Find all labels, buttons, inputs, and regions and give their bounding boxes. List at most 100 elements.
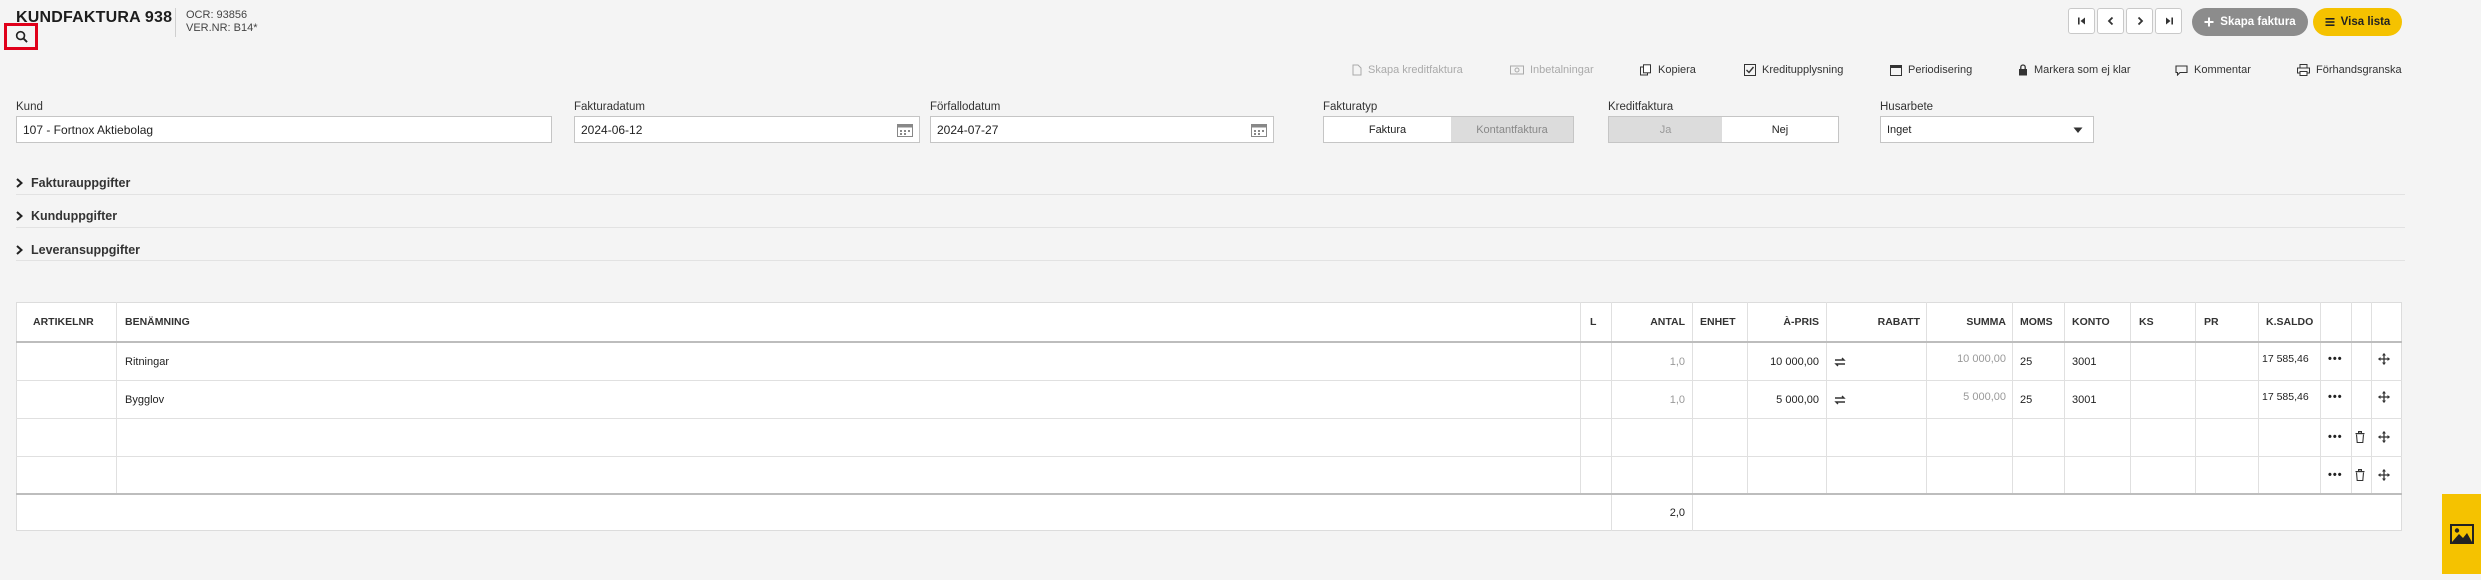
row1-vat[interactable]: 25 xyxy=(2020,343,2032,381)
credit-info-action[interactable]: Kreditupplysning xyxy=(1744,62,1843,78)
previous-record-button[interactable] xyxy=(2097,8,2124,34)
create-invoice-button[interactable]: Skapa faktura xyxy=(2192,8,2308,36)
row2-discount-toggle[interactable] xyxy=(1834,381,1846,419)
row1-more-icon[interactable]: ••• xyxy=(2328,340,2343,378)
mark-unready-label: Markera som ej klar xyxy=(2034,64,2131,76)
image-icon xyxy=(2449,524,2474,544)
section-invoice-details[interactable]: Fakturauppgifter xyxy=(16,176,130,190)
calendar-icon[interactable] xyxy=(897,123,913,137)
col-unit[interactable]: ENHET xyxy=(1700,302,1736,342)
row3-more-icon[interactable]: ••• xyxy=(2328,418,2343,456)
col-ksaldo[interactable]: K.SALDO xyxy=(2266,302,2313,342)
col-discount[interactable]: RABATT xyxy=(1826,302,1920,342)
show-list-button[interactable]: Visa lista xyxy=(2313,8,2402,36)
row2-price[interactable]: 5 000,00 xyxy=(1747,381,1819,419)
due-date-label: Förfallodatum xyxy=(930,101,1001,113)
preview-action[interactable]: Förhandsgranska xyxy=(2297,62,2402,78)
invoice-type-cash[interactable]: Kontantfaktura xyxy=(1451,117,1573,142)
printer-icon xyxy=(2297,64,2310,76)
divider xyxy=(16,194,2405,195)
last-record-button[interactable] xyxy=(2155,8,2182,34)
calendar-icon[interactable] xyxy=(1251,123,1267,137)
copy-action[interactable]: Kopiera xyxy=(1640,62,1696,78)
copy-label: Kopiera xyxy=(1658,64,1696,76)
invoice-date-label: Fakturadatum xyxy=(574,101,645,113)
house-work-label: Husarbete xyxy=(1880,101,1934,113)
col-l[interactable]: L xyxy=(1590,302,1596,342)
row1-name[interactable]: Ritningar xyxy=(125,343,169,381)
move-icon xyxy=(2378,391,2390,403)
row4-move-icon[interactable] xyxy=(2378,456,2390,494)
row3-move-icon[interactable] xyxy=(2378,418,2390,456)
customer-input[interactable]: 107 - Fortnox Aktiebolag xyxy=(16,116,552,143)
row1-discount-toggle[interactable] xyxy=(1834,343,1846,381)
comment-action[interactable]: Kommentar xyxy=(2175,62,2251,78)
credit-no[interactable]: Nej xyxy=(1722,117,1838,142)
row1-qty[interactable]: 1,0 xyxy=(1611,343,1685,381)
row4-delete-button[interactable] xyxy=(2355,456,2365,494)
invoice-date-value: 2024-06-12 xyxy=(581,122,643,137)
row2-more-icon[interactable]: ••• xyxy=(2328,378,2343,416)
row2-move-icon[interactable] xyxy=(2378,378,2390,416)
col-name[interactable]: BENÄMNING xyxy=(125,302,190,342)
payments-action[interactable]: Inbetalningar xyxy=(1510,62,1594,78)
checkbox-icon xyxy=(1744,64,1756,76)
row1-account[interactable]: 3001 xyxy=(2072,343,2096,381)
list-icon xyxy=(2325,18,2335,26)
section-delivery-details[interactable]: Leveransuppgifter xyxy=(16,243,140,257)
accrual-label: Periodisering xyxy=(1908,64,1973,76)
row2-account[interactable]: 3001 xyxy=(2072,381,2096,419)
col-sum[interactable]: SUMMA xyxy=(1926,302,2006,342)
move-icon xyxy=(2378,353,2390,365)
row1-ksaldo: 17 585,46 xyxy=(2262,353,2309,365)
row4-more-icon[interactable]: ••• xyxy=(2328,456,2343,494)
move-icon xyxy=(2378,469,2390,481)
create-credit-action[interactable]: Skapa kreditfaktura xyxy=(1352,62,1463,78)
page-title: KUNDFAKTURA 938 xyxy=(16,9,173,26)
swap-icon xyxy=(1834,357,1846,367)
due-date-field[interactable]: 2024-07-27 xyxy=(930,116,1274,143)
lock-icon xyxy=(2019,64,2027,76)
credit-info-label: Kreditupplysning xyxy=(1762,64,1844,76)
col-account[interactable]: KONTO xyxy=(2072,302,2110,342)
house-work-select[interactable]: Inget xyxy=(1880,116,2094,143)
col-pr[interactable]: PR xyxy=(2204,302,2219,342)
row1-price[interactable]: 10 000,00 xyxy=(1747,343,1819,381)
col-ks[interactable]: KS xyxy=(2139,302,2154,342)
section-customer-details[interactable]: Kunduppgifter xyxy=(16,209,117,223)
credit-invoice-toggle: Ja Nej xyxy=(1608,116,1839,143)
credit-yes[interactable]: Ja xyxy=(1609,117,1722,142)
credit-invoice-label: Kreditfaktura xyxy=(1608,101,1674,113)
first-record-button[interactable] xyxy=(2068,8,2095,34)
row2-vat[interactable]: 25 xyxy=(2020,381,2032,419)
row2-qty[interactable]: 1,0 xyxy=(1611,381,1685,419)
invoice-date-field[interactable]: 2024-06-12 xyxy=(574,116,920,143)
record-navigation xyxy=(2068,8,2182,34)
chevron-right-icon xyxy=(16,178,23,188)
comment-label: Kommentar xyxy=(2194,64,2251,76)
mark-unready-action[interactable]: Markera som ej klar xyxy=(2018,62,2131,78)
trash-icon xyxy=(2355,469,2365,481)
col-artnr[interactable]: ARTIKELNR xyxy=(33,302,94,342)
plus-icon xyxy=(2204,17,2214,27)
move-icon xyxy=(2378,431,2390,443)
accrual-action[interactable]: Periodisering xyxy=(1890,62,1972,78)
attachment-image-button[interactable] xyxy=(2442,494,2481,574)
col-qty[interactable]: ANTAL xyxy=(1611,302,1685,342)
row2-name[interactable]: Bygglov xyxy=(125,381,164,419)
search-icon xyxy=(15,30,28,43)
divider xyxy=(16,227,2405,228)
invoice-type-invoice[interactable]: Faktura xyxy=(1324,117,1451,142)
house-work-value: Inget xyxy=(1887,123,1912,136)
row3-delete-button[interactable] xyxy=(2355,418,2365,456)
col-vat[interactable]: MOMS xyxy=(2020,302,2053,342)
next-record-button[interactable] xyxy=(2126,8,2153,34)
swap-icon xyxy=(1834,395,1846,405)
section-customer-details-label: Kunduppgifter xyxy=(31,209,118,223)
search-button[interactable] xyxy=(4,23,38,50)
row2-sum: 5 000,00 xyxy=(1963,391,2006,403)
copy-icon xyxy=(1640,64,1651,76)
create-invoice-label: Skapa faktura xyxy=(2220,16,2296,28)
col-price[interactable]: À-PRIS xyxy=(1747,302,1819,342)
row1-move-icon[interactable] xyxy=(2378,340,2390,378)
